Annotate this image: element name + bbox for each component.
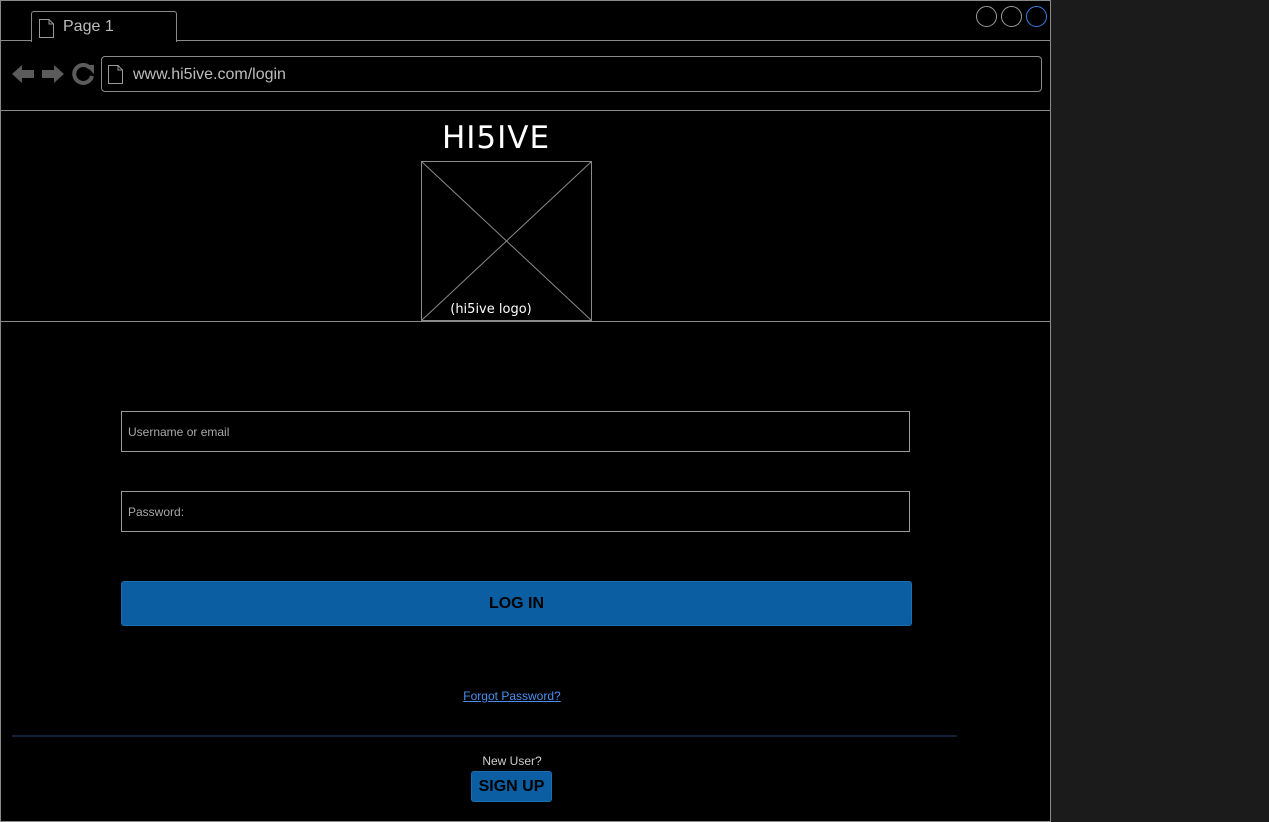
browser-toolbar: www.hi5ive.com/login — [1, 42, 1050, 111]
username-input[interactable] — [121, 411, 910, 452]
login-button[interactable]: LOG IN — [121, 581, 912, 626]
new-user-prompt: New User? — [482, 754, 542, 768]
password-input[interactable] — [121, 491, 910, 532]
window-control-button[interactable] — [976, 6, 997, 27]
page-header: HI5IVE (hi5ive logo) — [1, 112, 1050, 322]
url-text: www.hi5ive.com/login — [133, 66, 286, 83]
browser-window: Page 1 www.hi5ive.com/login HI5IVE (hi5i… — [0, 0, 1051, 822]
signup-button[interactable]: SIGN UP — [471, 771, 552, 802]
brand-title: HI5IVE — [441, 120, 551, 156]
logo-caption: (hi5ive logo) — [450, 302, 532, 317]
page-icon — [39, 19, 54, 38]
address-bar[interactable]: www.hi5ive.com/login — [101, 56, 1042, 92]
forward-arrow-icon[interactable] — [41, 63, 65, 85]
forgot-password-link[interactable]: Forgot Password? — [412, 689, 612, 703]
tab-label: Page 1 — [63, 18, 114, 35]
tab-page-1[interactable]: Page 1 — [31, 11, 177, 42]
divider — [12, 735, 957, 737]
tab-strip: Page 1 — [1, 1, 1050, 42]
logo-placeholder-image — [421, 161, 592, 321]
window-control-button[interactable] — [1026, 6, 1047, 27]
page-icon — [108, 65, 123, 84]
reload-icon[interactable] — [71, 63, 95, 85]
window-control-button[interactable] — [1001, 6, 1022, 27]
back-arrow-icon[interactable] — [11, 63, 35, 85]
